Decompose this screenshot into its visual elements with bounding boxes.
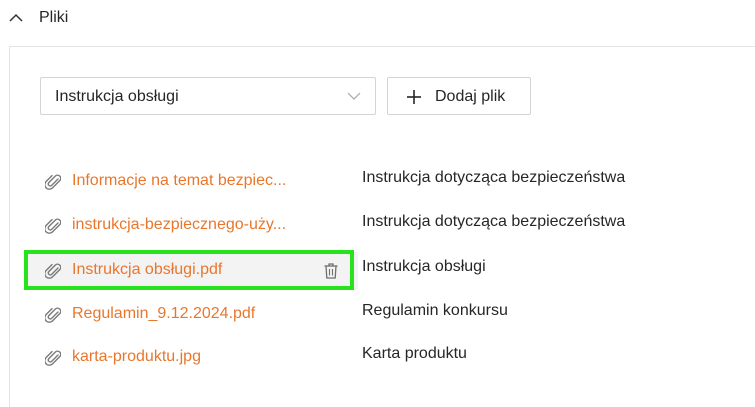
- file-cell: Informacje na temat bezpiec...: [28, 163, 358, 201]
- file-description: Regulamin konkursu: [362, 302, 508, 319]
- paperclip-icon: [45, 218, 61, 234]
- file-row: instrukcja-bezpiecznego-uży... Instrukcj…: [28, 207, 748, 245]
- chevron-up-icon: [9, 13, 23, 22]
- file-link[interactable]: karta-produktu.jpg: [72, 348, 201, 366]
- add-file-button[interactable]: Dodaj plik: [387, 77, 531, 115]
- file-link[interactable]: instrukcja-bezpiecznego-uży...: [72, 216, 286, 234]
- paperclip-icon: [45, 174, 61, 190]
- file-description: Instrukcja dotycząca bezpieczeństwa: [362, 169, 626, 186]
- file-description: Instrukcja dotycząca bezpieczeństwa: [362, 213, 626, 230]
- file-row: karta-produktu.jpg Karta produktu: [28, 339, 748, 377]
- file-link[interactable]: Instrukcja obsługi.pdf: [72, 261, 222, 279]
- trash-icon[interactable]: [324, 263, 338, 279]
- chevron-down-icon: [347, 92, 361, 100]
- paperclip-icon: [45, 350, 61, 366]
- file-cell: Regulamin_9.12.2024.pdf: [28, 296, 358, 334]
- file-cell: instrukcja-bezpiecznego-uży...: [28, 207, 358, 245]
- file-row: Instrukcja obsługi.pdf Instrukcja obsług…: [28, 252, 748, 290]
- add-file-label: Dodaj plik: [435, 88, 506, 105]
- section-title: Pliki: [39, 9, 69, 26]
- paperclip-icon: [45, 263, 61, 279]
- file-row: Regulamin_9.12.2024.pdf Regulamin konkur…: [28, 296, 748, 334]
- file-link[interactable]: Informacje na temat bezpiec...: [72, 172, 286, 190]
- file-cell: karta-produktu.jpg: [28, 339, 358, 377]
- file-description: Instrukcja obsługi: [362, 258, 486, 275]
- section-header-pliki[interactable]: Pliki: [0, 0, 755, 40]
- file-type-select-value: Instrukcja obsługi: [55, 88, 179, 105]
- plus-icon: [407, 90, 421, 104]
- file-link[interactable]: Regulamin_9.12.2024.pdf: [72, 305, 255, 323]
- paperclip-icon: [45, 307, 61, 323]
- file-description: Karta produktu: [362, 345, 467, 362]
- file-type-select[interactable]: Instrukcja obsługi: [40, 77, 376, 115]
- file-row: Informacje na temat bezpiec... Instrukcj…: [28, 163, 748, 201]
- file-cell-hovered: Instrukcja obsługi.pdf: [28, 252, 358, 290]
